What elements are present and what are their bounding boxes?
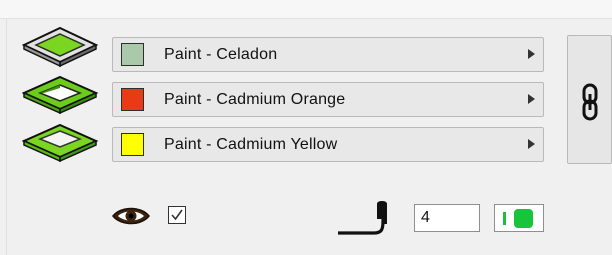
material-row-3[interactable]: Paint - Cadmium Yellow bbox=[112, 127, 544, 162]
face-bevel-icon[interactable] bbox=[22, 122, 100, 164]
material-row-2[interactable]: Paint - Cadmium Orange bbox=[112, 82, 544, 117]
link-materials-button[interactable] bbox=[567, 35, 612, 164]
material-swatch-1 bbox=[121, 43, 144, 66]
divider bbox=[6, 18, 7, 255]
chain-link-icon bbox=[582, 83, 598, 121]
material-label-2: Paint - Cadmium Orange bbox=[164, 91, 346, 108]
line-width-input[interactable] bbox=[414, 204, 480, 232]
material-swatch-2 bbox=[121, 88, 144, 111]
material-swatch-3 bbox=[121, 133, 144, 156]
material-label-1: Paint - Celadon bbox=[164, 46, 278, 63]
toggle-bar bbox=[503, 212, 506, 225]
line-color-toggle[interactable] bbox=[494, 204, 544, 232]
visibility-checkbox[interactable] bbox=[168, 206, 186, 224]
face-flat-icon[interactable] bbox=[22, 26, 100, 68]
material-panel: Paint - Celadon Paint - Cadmium Orange P… bbox=[0, 0, 612, 255]
submenu-arrow-icon bbox=[528, 139, 535, 149]
submenu-arrow-icon bbox=[528, 94, 535, 104]
checkmark-icon bbox=[171, 209, 183, 221]
line-weight-icon bbox=[336, 201, 396, 242]
top-band bbox=[0, 0, 612, 19]
eye-icon bbox=[111, 205, 151, 232]
material-label-3: Paint - Cadmium Yellow bbox=[164, 136, 338, 153]
material-row-1[interactable]: Paint - Celadon bbox=[112, 37, 544, 72]
submenu-arrow-icon bbox=[528, 49, 535, 59]
face-inset-icon[interactable] bbox=[22, 74, 100, 116]
toggle-color-square bbox=[514, 209, 533, 228]
